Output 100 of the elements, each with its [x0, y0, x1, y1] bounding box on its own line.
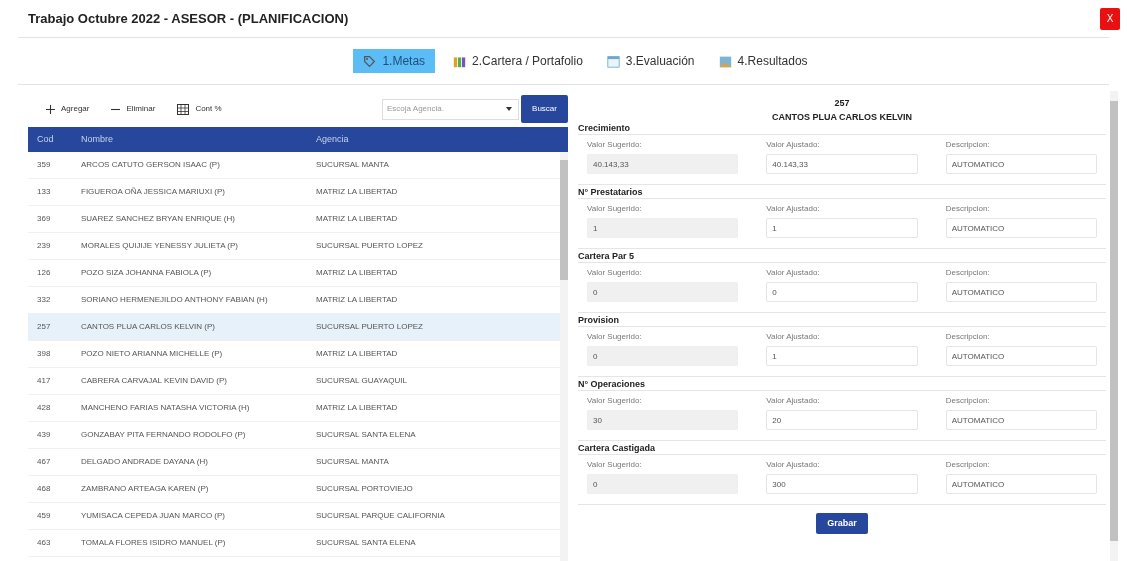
table-cell-text: 459 — [36, 510, 52, 522]
table-cell-text: 332 — [36, 294, 52, 306]
table-cell-text: POZO SIZA JOHANNA FABIOLA (P) — [81, 267, 213, 279]
table-cell-text: FIGUEROA OÑA JESSICA MARIUXI (P) — [81, 186, 227, 198]
tab[interactable]: 2.Cartera / Portafolio — [447, 49, 589, 73]
field-label: Descripcion: — [945, 459, 991, 471]
section-title: Crecimiento — [578, 121, 1106, 135]
table-cell-text: ARCOS CATUTO GERSON ISAAC (P) — [81, 159, 221, 171]
table-cell-text: POZO NIETO ARIANNA MICHELLE (P) — [81, 348, 224, 360]
scrollbar[interactable] — [560, 152, 568, 561]
field-label: Valor Sugerido: — [587, 203, 643, 215]
table-cell: MATRIZ LA LIBERTAD — [316, 186, 398, 198]
input-field[interactable]: 0 — [766, 282, 918, 302]
column-header: Cod — [36, 132, 55, 146]
save-button[interactable]: Grabar — [816, 513, 868, 534]
table-cell-text: SORIANO HERMENEJILDO ANTHONY FABIAN (H) — [81, 294, 269, 306]
detail-code: 257 — [834, 97, 850, 110]
section-title: Cartera Par 5 — [578, 249, 1106, 263]
table-cell-text: 439 — [36, 429, 52, 441]
field-label: Valor Ajustado: — [766, 203, 821, 215]
table-cell-text: 239 — [36, 240, 52, 252]
field-label: Valor Ajustado: — [766, 267, 821, 279]
input-field[interactable]: AUTOMATICO — [945, 218, 1097, 238]
input-field[interactable]: AUTOMATICO — [945, 346, 1097, 366]
toolbar-button[interactable]: Eliminar — [111, 103, 156, 115]
table-cell-text: GONZABAY PITA FERNANDO RODOLFO (P) — [81, 429, 247, 441]
tab[interactable]: 4.Resultados — [712, 49, 814, 73]
table-cell-text: CABRERA CARVAJAL KEVIN DAVID (P) — [81, 375, 228, 387]
table-cell: MATRIZ LA LIBERTAD — [316, 294, 398, 306]
close-button[interactable]: X — [1100, 7, 1120, 30]
table-cell-text: MORALES QUIJIJE YENESSY JULIETA (P) — [81, 240, 239, 252]
input-field[interactable]: AUTOMATICO — [945, 154, 1097, 174]
field-label: Valor Ajustado: — [766, 331, 821, 343]
table-cell-text: 468 — [36, 483, 52, 495]
tab[interactable]: 3.Evaluación — [600, 49, 701, 73]
table-cell-text: 126 — [36, 267, 52, 279]
input-field[interactable]: 40.143,33 — [766, 154, 918, 174]
bar-chart-icon — [453, 54, 467, 68]
input-field[interactable]: 0 — [587, 346, 739, 366]
input-field[interactable]: 1 — [587, 218, 739, 238]
input-field[interactable]: AUTOMATICO — [945, 474, 1097, 494]
table-row[interactable]: 257 CANTOS PLUA CARLOS KELVIN (P) SUCURSAL PUERTO LOPEZ — [28, 314, 560, 341]
field-label: Descripcion: — [945, 139, 991, 151]
column-header: Agencia — [316, 132, 349, 146]
table-cell-text: 369 — [36, 213, 52, 225]
table-cell-text: ZAMBRANO ARTEAGA KAREN (P) — [81, 483, 210, 495]
field-label: Descripcion: — [945, 267, 991, 279]
table-cell-text: 428 — [36, 402, 52, 414]
field-label: Descripcion: — [945, 203, 991, 215]
table-cell-text: SUAREZ SANCHEZ BRYAN ENRIQUE (H) — [81, 213, 236, 225]
table-cell-text: 133 — [36, 186, 52, 198]
table-cell: SUCURSAL SANTA ELENA — [316, 537, 416, 549]
calendar-icon — [606, 54, 620, 68]
input-field[interactable]: AUTOMATICO — [945, 282, 1097, 302]
table-cell-text: 257 — [36, 321, 52, 333]
input-field[interactable]: 1 — [766, 346, 918, 366]
input-field[interactable]: 0 — [587, 474, 739, 494]
table-cell-text: TOMALA FLORES ISIDRO MANUEL (P) — [81, 537, 227, 549]
input-field[interactable]: 20 — [766, 410, 918, 430]
table-cell-text: 359 — [36, 159, 52, 171]
window-title: Trabajo Octubre 2022 - ASESOR - (PLANIFICACION) — [28, 9, 349, 28]
field-label: Valor Sugerido: — [587, 459, 643, 471]
table-cell-text: 463 — [36, 537, 52, 549]
input-field[interactable]: 40.143,33 — [587, 154, 739, 174]
section-title: N° Operaciones — [578, 377, 1106, 391]
table-cell: MATRIZ LA LIBERTAD — [316, 348, 398, 360]
table-cell: MATRIZ LA LIBERTAD — [316, 267, 398, 279]
field-label: Valor Sugerido: — [587, 139, 643, 151]
input-field[interactable]: 30 — [587, 410, 739, 430]
image-icon — [718, 54, 732, 68]
input-field[interactable]: 0 — [587, 282, 739, 302]
section-title: N° Prestatarios — [578, 185, 1106, 199]
plus-icon — [46, 104, 55, 114]
field-label: Valor Ajustado: — [766, 139, 821, 151]
table-cell: MATRIZ LA LIBERTAD — [316, 213, 398, 225]
field-label: Descripcion: — [945, 395, 991, 407]
section-title: Provision — [578, 313, 1106, 327]
table-icon — [177, 103, 190, 115]
table-cell: SUCURSAL PARQUE CALIFORNIA — [316, 510, 445, 522]
table-cell: SUCURSAL MANTA — [316, 159, 389, 171]
table-cell: SUCURSAL PUERTO LOPEZ — [316, 240, 423, 252]
toolbar-button[interactable]: Agregar — [46, 103, 90, 115]
input-field[interactable]: AUTOMATICO — [945, 410, 1097, 430]
field-label: Valor Sugerido: — [587, 267, 643, 279]
input-field[interactable]: 300 — [766, 474, 918, 494]
tab[interactable]: 1.Metas — [353, 49, 436, 73]
table-cell-text: MANCHENO FARIAS NATASHA VICTORIA (H) — [81, 402, 251, 414]
section-title: Cartera Castigada — [578, 441, 1106, 455]
search-button[interactable]: Buscar — [521, 95, 568, 123]
toolbar-button[interactable]: Cont % — [177, 103, 222, 115]
table-cell: SUCURSAL PORTOVIEJO — [316, 483, 413, 495]
table-cell-text: 417 — [36, 375, 52, 387]
table-cell: SUCURSAL SANTA ELENA — [316, 429, 416, 441]
field-label: Valor Sugerido: — [587, 395, 643, 407]
tag-icon — [363, 54, 377, 68]
input-field[interactable]: 1 — [766, 218, 918, 238]
table-cell: MATRIZ LA LIBERTAD — [316, 402, 398, 414]
scrollbar[interactable] — [1110, 91, 1118, 561]
table-cell-text: 467 — [36, 456, 52, 468]
field-label: Valor Ajustado: — [766, 395, 821, 407]
